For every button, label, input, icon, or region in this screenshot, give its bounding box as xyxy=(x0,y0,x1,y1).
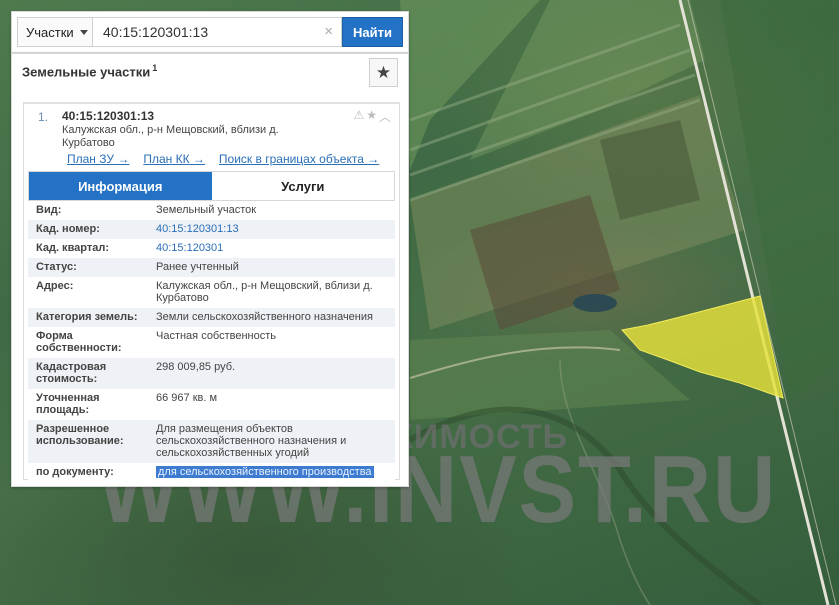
row-value-link: 40:15:120301 xyxy=(148,239,395,258)
cadastral-number-link[interactable]: 40:15:120301:13 xyxy=(156,223,239,235)
link-plan-kk[interactable]: План КК → xyxy=(143,152,205,166)
table-row: Уточненная площадь: 66 967 кв. м xyxy=(28,389,395,420)
star-icon: ★ xyxy=(375,62,392,82)
row-label: Форма собственности: xyxy=(28,327,148,358)
panel-header: Земельные участки 1 ★ xyxy=(12,54,408,92)
row-label: по документу: xyxy=(28,463,148,482)
card-actions: ⚠ ★ ︿ xyxy=(353,108,391,125)
row-label: Кад. квартал: xyxy=(28,239,148,258)
tab-information[interactable]: Информация xyxy=(29,172,212,200)
search-field-wrap: × xyxy=(93,17,342,47)
object-type-select[interactable]: Участки xyxy=(17,17,93,47)
selected-text: для сельскохозяйственного производства xyxy=(156,466,374,478)
row-label: Уточненная площадь: xyxy=(28,389,148,420)
link-plan-zu[interactable]: План ЗУ → xyxy=(67,152,129,166)
row-value: Для размещения объектов сельскохозяйстве… xyxy=(148,420,395,463)
results-count: 1 xyxy=(152,63,158,73)
row-label: Кад. номер: xyxy=(28,220,148,239)
pond xyxy=(573,294,617,312)
panel-title: Земельные участки 1 xyxy=(22,63,157,79)
row-label: Адрес: xyxy=(28,277,148,308)
row-label: Категория земель: xyxy=(28,308,148,327)
row-value: 298 009,85 руб. xyxy=(148,358,395,389)
object-type-label: Участки xyxy=(26,24,74,40)
table-row: Категория земель: Земли сельскохозяйстве… xyxy=(28,308,395,327)
result-address: Калужская обл., р-н Мещовский, вблизи д.… xyxy=(62,124,279,149)
results-panel: Земельные участки 1 ★ 1. 40:15:120301:13 … xyxy=(11,53,409,487)
row-value: 66 967 кв. м xyxy=(148,389,395,420)
search-button[interactable]: Найти xyxy=(342,17,403,47)
clear-icon[interactable]: × xyxy=(324,24,333,40)
link-search-in-bounds[interactable]: Поиск в границах объекта → xyxy=(219,152,379,166)
chevron-up-icon[interactable]: ︿ xyxy=(379,108,391,125)
favorites-button[interactable]: ★ xyxy=(369,58,398,87)
tab-services[interactable]: Услуги xyxy=(211,172,394,200)
table-row: Кад. квартал: 40:15:120301 xyxy=(28,239,395,258)
row-value: Ранее учтенный xyxy=(148,258,395,277)
row-value: Калужская обл., р-н Мещовский, вблизи д.… xyxy=(148,277,395,308)
table-row: Адрес: Калужская обл., р-н Мещовский, вб… xyxy=(28,277,395,308)
result-links: План ЗУ → План КК → Поиск в границах объ… xyxy=(67,152,379,166)
table-row: Статус: Ранее учтенный xyxy=(28,258,395,277)
result-cadastral-number[interactable]: 40:15:120301:13 xyxy=(62,109,154,123)
search-bar: Участки × Найти xyxy=(11,11,409,53)
table-row: по документу: для сельскохозяйственного … xyxy=(28,463,395,482)
info-table: Вид: Земельный участок Кад. номер: 40:15… xyxy=(28,201,395,482)
row-value: Земли сельскохозяйственного назначения xyxy=(148,308,395,327)
search-input[interactable] xyxy=(93,18,341,46)
result-card: 1. 40:15:120301:13 Калужская обл., р-н М… xyxy=(23,102,400,482)
table-row: Вид: Земельный участок xyxy=(28,201,395,220)
panel-title-text: Земельные участки xyxy=(22,64,151,80)
result-tabs: Информация Услуги xyxy=(28,171,395,201)
result-index: 1. xyxy=(38,110,49,124)
star-icon[interactable]: ★ xyxy=(366,108,377,125)
warning-icon[interactable]: ⚠ xyxy=(353,108,364,125)
row-label: Кадастровая стоимость: xyxy=(28,358,148,389)
row-value: Частная собственность xyxy=(148,327,395,358)
row-label: Разрешенное использование: xyxy=(28,420,148,463)
table-row: Кад. номер: 40:15:120301:13 xyxy=(28,220,395,239)
row-value: Земельный участок xyxy=(148,201,395,220)
row-label: Вид: xyxy=(28,201,148,220)
cadastral-quarter-link[interactable]: 40:15:120301 xyxy=(156,242,223,254)
row-label: Статус: xyxy=(28,258,148,277)
row-value-link: 40:15:120301:13 xyxy=(148,220,395,239)
row-value: для сельскохозяйственного производства xyxy=(148,463,395,482)
table-row: Форма собственности: Частная собственнос… xyxy=(28,327,395,358)
caret-down-icon xyxy=(79,29,88,35)
table-row: Кадастровая стоимость: 298 009,85 руб. xyxy=(28,358,395,389)
table-row: Разрешенное использование: Для размещени… xyxy=(28,420,395,463)
